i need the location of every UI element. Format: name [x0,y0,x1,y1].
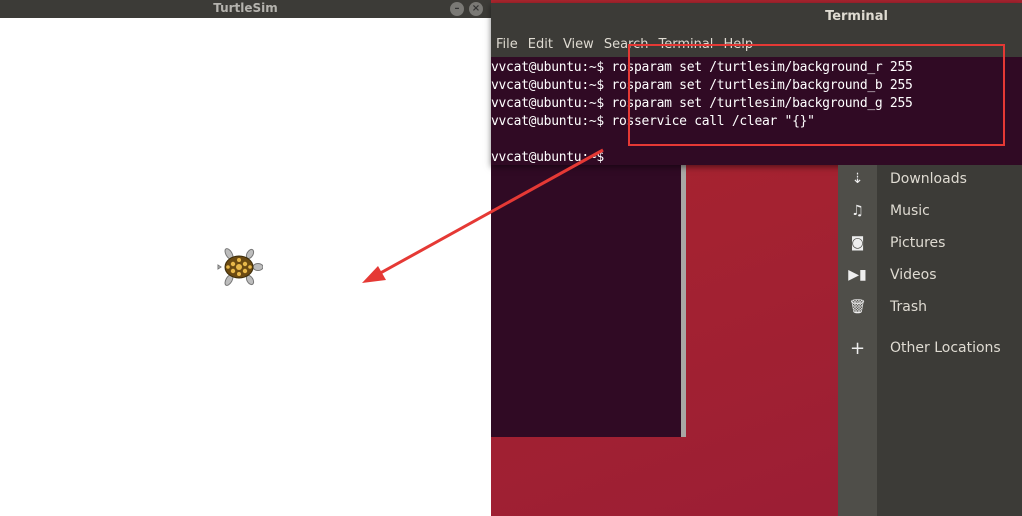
video-icon: ▶▮ [848,267,867,283]
sidebar-item-label: Downloads [890,171,967,187]
files-sidebar: ⇣ Downloads ♫ Music ◙ Pictures ▶▮ Videos 🗑 Tr… [838,165,1022,516]
plus-icon: + [849,337,866,359]
prompt: vvcat@ubuntu:~$ [491,150,604,165]
turtlesim-title: TurtleSim [213,1,278,15]
camera-icon: ◙ [850,235,865,251]
prompt: vvcat@ubuntu:~$ [491,78,604,93]
close-button[interactable]: × [469,2,483,16]
annotation-highlight-box [628,44,1005,146]
scrollbar[interactable] [681,165,686,437]
sidebar-item-trash[interactable]: 🗑 Trash [838,295,1022,319]
minimize-button[interactable]: – [450,2,464,16]
music-icon: ♫ [851,203,864,219]
download-icon: ⇣ [851,171,864,187]
prompt: vvcat@ubuntu:~$ [491,114,604,129]
sidebar-item-label: Other Locations [890,340,1001,356]
sidebar-item-label: Trash [890,299,927,315]
sidebar-item-label: Pictures [890,235,946,251]
sidebar-item-music[interactable]: ♫ Music [838,199,1022,223]
turtle-icon [217,248,263,286]
sidebar-item-pictures[interactable]: ◙ Pictures [838,231,1022,255]
turtlesim-titlebar: TurtleSim – × [0,0,491,18]
menu-edit[interactable]: Edit [528,35,553,57]
prompt: vvcat@ubuntu:~$ [491,96,604,111]
turtlesim-window: TurtleSim – × [0,0,491,516]
menu-view[interactable]: View [563,35,594,57]
sidebar-item-label: Videos [890,267,937,283]
background-terminal-window [491,165,686,437]
sidebar-item-label: Music [890,203,930,219]
sidebar-item-other-locations[interactable]: + Other Locations [838,336,1022,360]
sidebar-item-videos[interactable]: ▶▮ Videos [838,263,1022,287]
menu-file[interactable]: File [496,35,518,57]
sidebar-item-downloads[interactable]: ⇣ Downloads [838,167,1022,191]
prompt: vvcat@ubuntu:~$ [491,60,604,75]
trash-icon: 🗑 [848,299,867,315]
terminal-title: Terminal [491,3,1022,35]
